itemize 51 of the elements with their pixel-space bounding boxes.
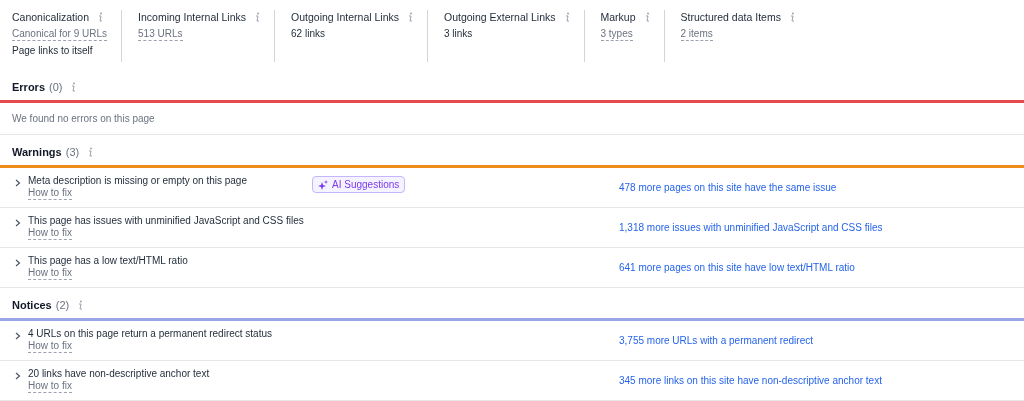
chevron-right-icon[interactable] — [15, 332, 21, 340]
stat-link[interactable]: Canonical for 9 URLs — [12, 28, 108, 41]
more-issues-link[interactable]: 3,755 more URLs with a permanent redirect — [619, 327, 813, 348]
stat-label: Canonicalization — [12, 10, 90, 24]
info-icon[interactable] — [407, 12, 413, 22]
stat-label: Outgoing Internal Links — [291, 10, 399, 24]
section-count: (3) — [65, 144, 80, 160]
how-to-fix-link[interactable]: How to fix — [28, 227, 72, 240]
section-title: Errors — [12, 79, 46, 95]
chevron-right-icon[interactable] — [15, 179, 21, 187]
empty-message: We found no errors on this page — [12, 112, 155, 126]
stat-label: Outgoing External Links — [444, 10, 556, 24]
how-to-fix-link[interactable]: How to fix — [28, 267, 72, 280]
more-issues-link[interactable]: 641 more pages on this site have low text/HTML ratio — [619, 254, 855, 275]
how-to-fix-link[interactable]: How to fix — [28, 380, 72, 393]
stat-label: Incoming Internal Links — [138, 10, 247, 24]
issue-title: This page has issues with unminified JavaScript and CSS files — [28, 214, 305, 227]
stat-value: 3 links — [444, 28, 473, 40]
info-icon[interactable] — [70, 82, 77, 92]
info-icon[interactable] — [97, 12, 104, 22]
stat-link[interactable]: 2 items — [680, 28, 713, 41]
chevron-right-icon[interactable] — [15, 259, 21, 267]
issue-title: 4 URLs on this page return a permanent redirect status — [28, 327, 274, 340]
info-icon[interactable] — [87, 147, 94, 157]
info-icon[interactable] — [254, 12, 261, 22]
section-title: Warnings — [12, 144, 62, 160]
section-count: (2) — [55, 297, 70, 313]
more-issues-link[interactable]: 345 more links on this site have non-descriptive anchor text — [619, 367, 882, 388]
info-icon[interactable] — [788, 12, 795, 22]
how-to-fix-link[interactable]: How to fix — [28, 187, 72, 200]
more-issues-link[interactable]: 478 more pages on this site have the same issue — [619, 174, 837, 195]
more-issues-link[interactable]: 1,318 more issues with unminified JavaScript and CSS files — [619, 214, 883, 235]
stat-link[interactable]: 513 URLs — [138, 28, 183, 41]
issue-title: 20 links have non-descriptive anchor text — [28, 367, 211, 380]
chevron-right-icon[interactable] — [15, 219, 21, 227]
how-to-fix-link[interactable]: How to fix — [28, 340, 72, 353]
stat-value: 62 links — [291, 28, 325, 40]
info-icon[interactable] — [563, 12, 570, 22]
section-count: (0) — [49, 79, 63, 95]
issue-title: Meta description is missing or empty on this page — [28, 174, 248, 187]
stat-value: Page links to itself — [12, 45, 93, 57]
issue-title: This page has a low text/HTML ratio — [28, 254, 189, 267]
stat-label: Markup — [600, 10, 636, 24]
ai-suggestions-button[interactable]: AI Suggestions — [312, 176, 406, 193]
stat-link[interactable]: 3 types — [600, 28, 633, 41]
info-icon[interactable] — [77, 300, 84, 310]
stat-label: Structured data Items — [680, 10, 781, 24]
sparkle-icon — [318, 179, 328, 190]
info-icon[interactable] — [643, 12, 650, 22]
section-title: Notices — [12, 297, 52, 313]
chevron-right-icon[interactable] — [15, 372, 21, 380]
